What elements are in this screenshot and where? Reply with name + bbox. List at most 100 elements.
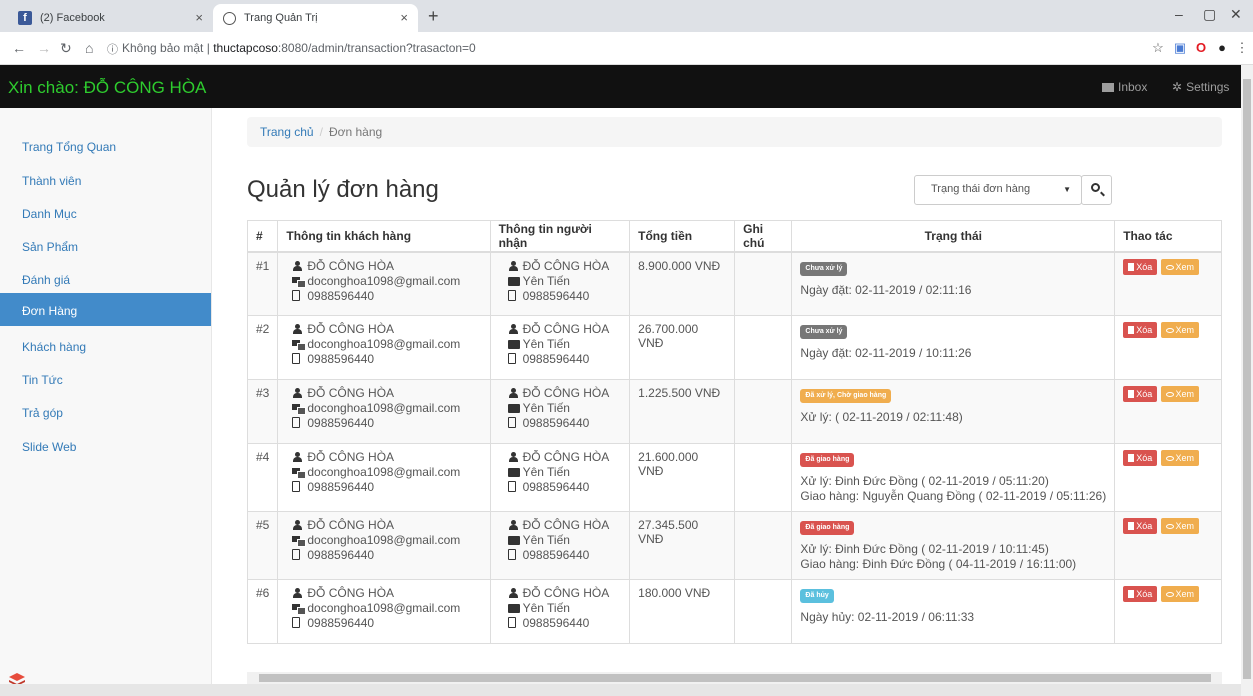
trash-icon: [1128, 326, 1135, 334]
customer-name-line: ĐỖ CÔNG HÒA: [292, 450, 481, 465]
customer-name: ĐỖ CÔNG HÒA: [307, 518, 395, 532]
tab-admin[interactable]: Trang Quản Trị ×: [213, 4, 418, 32]
receiver-address: Yên Tiến: [522, 533, 570, 547]
settings-label: Settings: [1186, 80, 1230, 94]
settings-link[interactable]: ✲ Settings: [1172, 80, 1229, 94]
order-total: 26.700.000 VNĐ: [629, 315, 736, 380]
sidebar-item-dashboard[interactable]: Trang Tổng Quan: [0, 129, 211, 162]
delete-button[interactable]: Xóa: [1123, 322, 1158, 338]
sidebar: Trang Tổng Quan Thành viên Danh Mục Sản …: [0, 108, 212, 696]
close-icon[interactable]: ×: [400, 10, 408, 25]
tab-facebook[interactable]: f (2) Facebook ×: [8, 4, 213, 32]
trash-icon: [1128, 522, 1135, 530]
info-icon[interactable]: ⓘ: [107, 41, 118, 57]
order-id: #2: [246, 315, 279, 380]
view-label: Xem: [1175, 589, 1195, 599]
view-label: Xem: [1175, 521, 1195, 531]
delete-button[interactable]: Xóa: [1123, 586, 1158, 602]
sidebar-item-reviews[interactable]: Đánh giá: [0, 262, 211, 295]
sidebar-item-members[interactable]: Thành viên: [0, 163, 211, 196]
delete-label: Xóa: [1136, 521, 1153, 531]
trash-icon: [1128, 390, 1135, 398]
phone-icon: [507, 481, 516, 492]
receiver-name-line: ĐỖ CÔNG HÒA: [508, 518, 622, 533]
phone-icon: [507, 353, 516, 364]
close-icon[interactable]: ×: [195, 10, 203, 25]
horizontal-scroll-thumb[interactable]: [259, 674, 1211, 682]
vertical-scrollbar[interactable]: [1241, 65, 1253, 696]
phone-icon: [292, 549, 301, 560]
url-field[interactable]: Không bảo mật | thuctapcoso:8080/admin/t…: [122, 41, 476, 55]
menu-icon[interactable]: ⋮: [1234, 40, 1250, 56]
view-button[interactable]: Xem: [1160, 450, 1200, 466]
delete-button[interactable]: Xóa: [1123, 386, 1158, 402]
maximize-icon[interactable]: ▢: [1203, 6, 1216, 23]
order-status: Chưa xử lý Ngày đặt: 02-11-2019 / 10:11:…: [791, 315, 1116, 380]
page-horizontal-scrollbar[interactable]: [0, 684, 1241, 696]
view-button[interactable]: Xem: [1160, 386, 1200, 402]
order-actions: Xóa Xem: [1114, 443, 1222, 512]
browser-tab-bar: f (2) Facebook × Trang Quản Trị × + – ▢ …: [0, 0, 1253, 32]
new-tab-button[interactable]: +: [428, 6, 439, 27]
eye-icon: [1165, 592, 1174, 597]
delete-button[interactable]: Xóa: [1123, 258, 1158, 275]
customer-email: doconghoa1098@gmail.com: [307, 465, 461, 479]
delete-button[interactable]: Xóa: [1123, 518, 1158, 534]
search-button[interactable]: [1081, 175, 1112, 205]
phone-icon: [507, 549, 516, 560]
order-note: [734, 315, 793, 380]
back-icon[interactable]: ←: [12, 40, 26, 56]
receiver-name: ĐỖ CÔNG HÒA: [522, 386, 610, 400]
customer-name-line: ĐỖ CÔNG HÒA: [292, 386, 481, 401]
order-id: #5: [246, 511, 279, 580]
profile-icon[interactable]: ●: [1214, 40, 1230, 56]
star-icon[interactable]: ☆: [1150, 40, 1166, 56]
reload-icon[interactable]: ↻: [60, 40, 72, 57]
sidebar-item-slide-web[interactable]: Slide Web: [0, 429, 211, 462]
customer-info: ĐỖ CÔNG HÒA doconghoa1098@gmail.com 0988…: [277, 379, 491, 444]
receiver-name-line: ĐỖ CÔNG HÒA: [508, 450, 622, 465]
breadcrumb-home[interactable]: Trang chủ: [260, 125, 314, 139]
vertical-scroll-thumb[interactable]: [1243, 79, 1251, 679]
order-total: 1.225.500 VNĐ: [629, 379, 736, 444]
opera-icon[interactable]: O: [1193, 40, 1209, 56]
sidebar-item-customers[interactable]: Khách hàng: [0, 329, 211, 362]
view-button[interactable]: Xem: [1160, 258, 1200, 275]
customer-name-line: ĐỖ CÔNG HÒA: [292, 259, 481, 274]
gear-icon: ✲: [1172, 80, 1183, 94]
table-row: #2 ĐỖ CÔNG HÒA doconghoa1098@gmail.com 0…: [246, 315, 1222, 380]
sidebar-item-products[interactable]: Sản Phẩm: [0, 229, 211, 262]
sidebar-item-categories[interactable]: Danh Mục: [0, 196, 211, 229]
horizontal-scrollbar[interactable]: [247, 672, 1222, 684]
user-icon: [508, 452, 518, 462]
home-icon[interactable]: ⌂: [85, 40, 93, 56]
sidebar-item-orders[interactable]: Đơn Hàng: [0, 293, 211, 326]
order-id: #4: [246, 443, 279, 512]
email-icon: [292, 339, 307, 351]
translate-icon[interactable]: ▣: [1172, 40, 1188, 56]
email-icon: [292, 603, 307, 615]
minimize-icon[interactable]: –: [1175, 6, 1183, 22]
view-button[interactable]: Xem: [1160, 518, 1200, 534]
receiver-address-line: Yên Tiến: [507, 274, 622, 289]
address-bar: ← → ↻ ⌂ ⓘ Không bảo mật | thuctapcoso:80…: [0, 32, 1253, 65]
sidebar-item-news[interactable]: Tin Tức: [0, 362, 211, 395]
table-header-row: # Thông tin khách hàng Thông tin người n…: [246, 220, 1222, 253]
delete-button[interactable]: Xóa: [1123, 450, 1158, 466]
page-title: Quản lý đơn hàng: [247, 176, 439, 203]
sidebar-item-installment[interactable]: Trả góp: [0, 395, 211, 428]
address-card-icon: [507, 604, 520, 613]
forward-icon[interactable]: →: [37, 40, 51, 56]
close-window-icon[interactable]: ✕: [1230, 6, 1242, 23]
customer-name: ĐỖ CÔNG HÒA: [307, 322, 395, 336]
facebook-icon: f: [18, 11, 32, 25]
status-detail: Ngày đặt: 02-11-2019 / 02:11:16: [800, 282, 972, 297]
view-button[interactable]: Xem: [1160, 586, 1200, 602]
view-label: Xem: [1175, 453, 1195, 463]
inbox-link[interactable]: Inbox: [1102, 80, 1147, 94]
view-button[interactable]: Xem: [1160, 322, 1200, 338]
receiver-address: Yên Tiến: [522, 401, 570, 415]
status-select[interactable]: Trạng thái đơn hàng ▼: [914, 175, 1082, 205]
delete-label: Xóa: [1136, 453, 1153, 463]
receiver-phone: 0988596440: [522, 352, 590, 366]
